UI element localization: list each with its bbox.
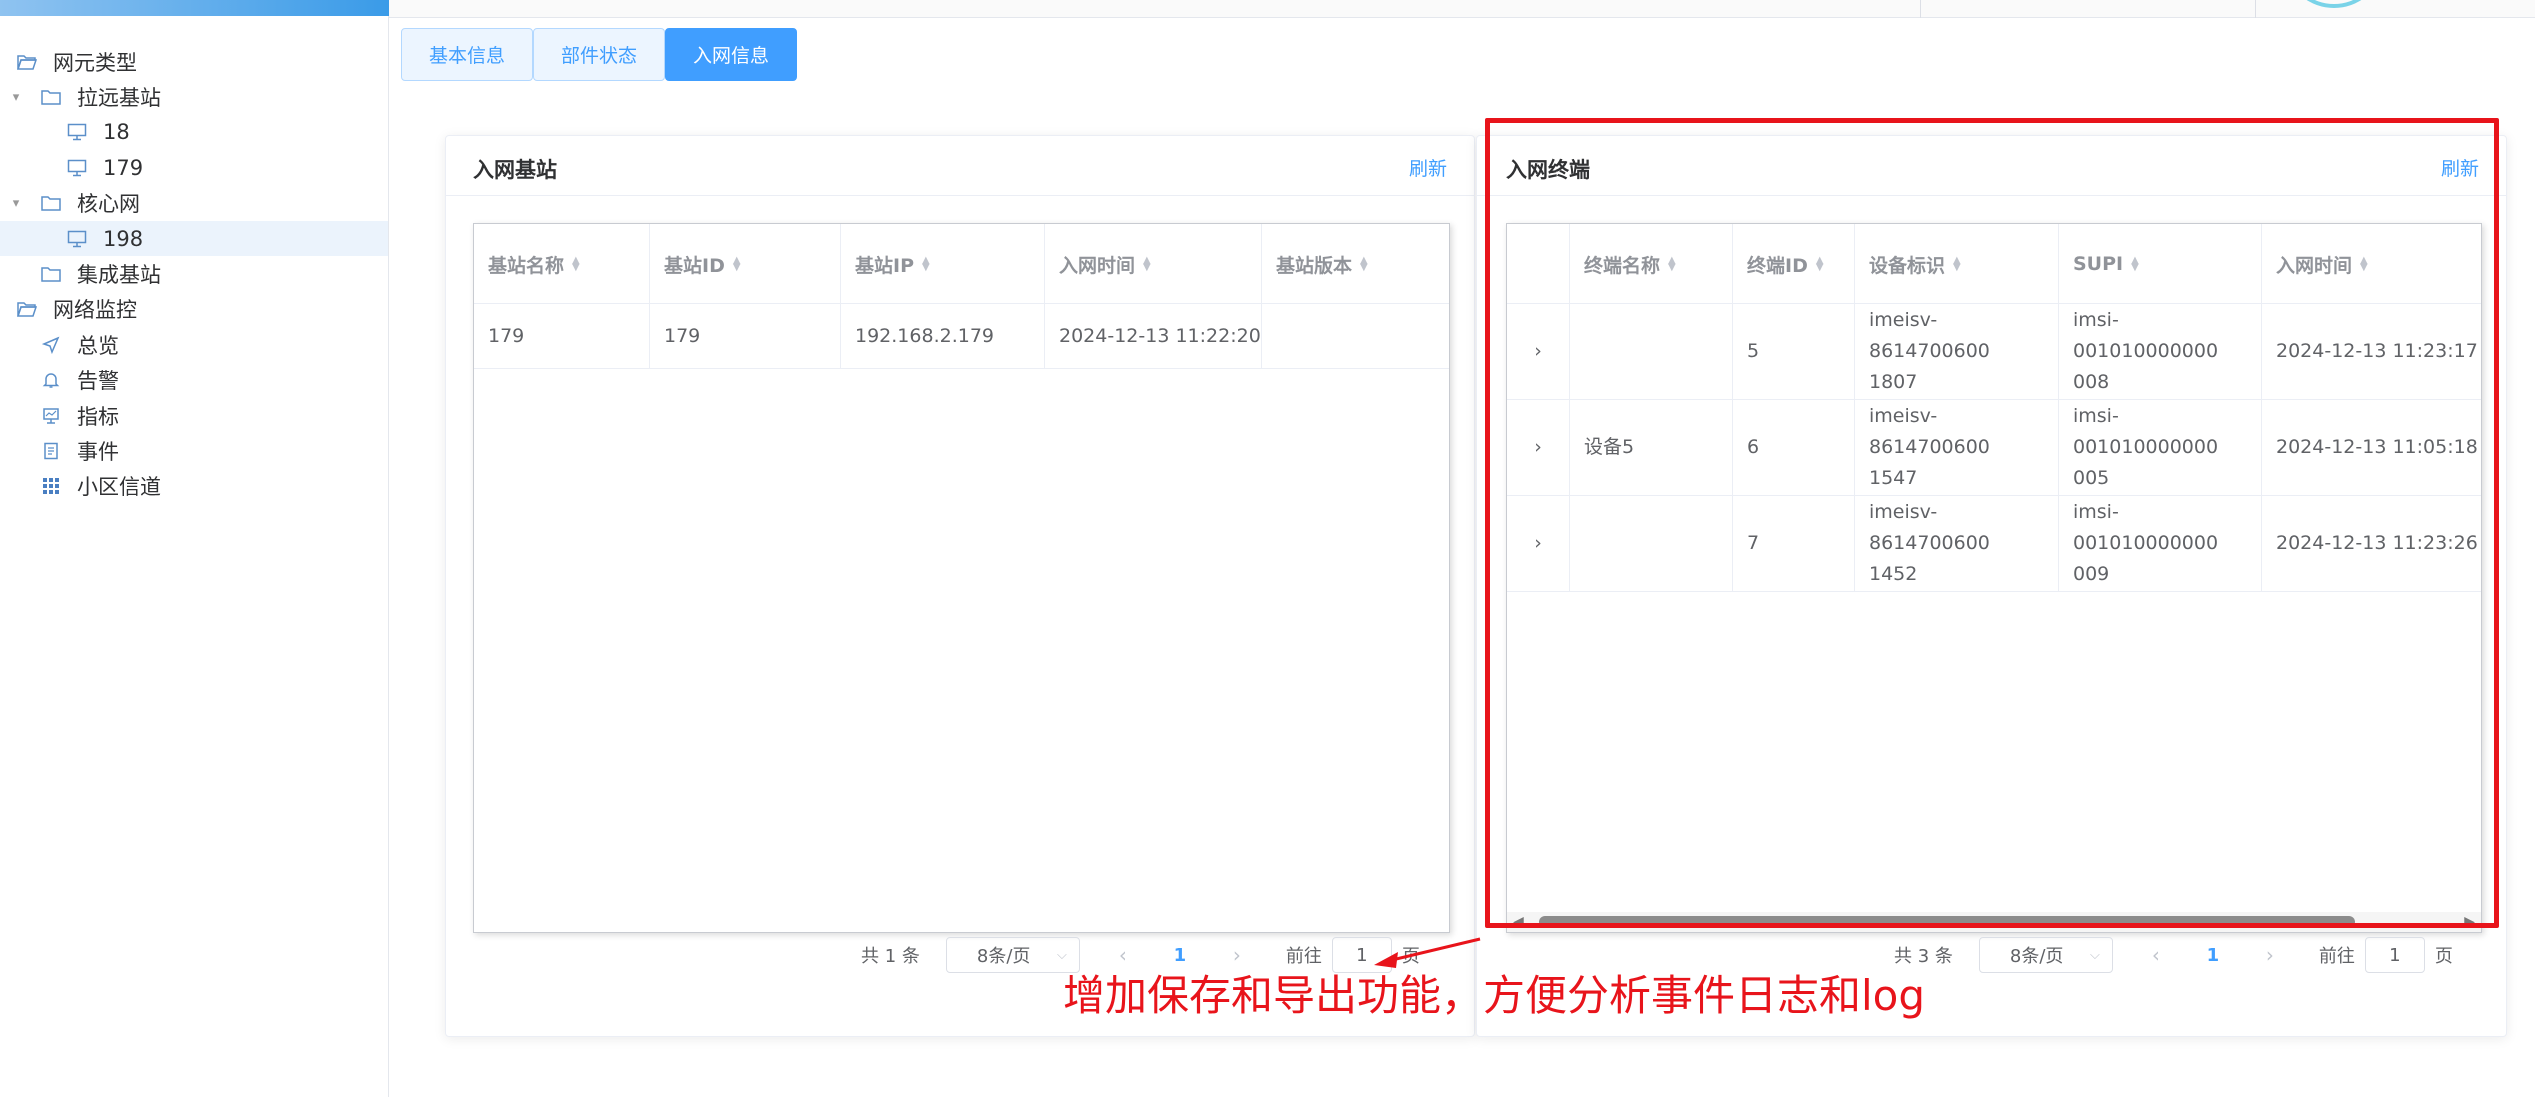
refresh-button[interactable]: 刷新: [1409, 154, 1447, 181]
tab-component-status[interactable]: 部件状态: [533, 28, 665, 81]
page-size-value: 8条/页: [976, 946, 1031, 967]
table-cell: [1262, 304, 1449, 368]
sidebar-item-label: 告警: [77, 369, 119, 394]
sidebar-item[interactable]: ▾ 核心网: [0, 186, 388, 221]
annotation-highlight-box: [1485, 118, 2499, 928]
document-icon: [40, 440, 62, 462]
page-size-value: 8条/页: [2009, 946, 2064, 967]
sort-icon[interactable]: ▲ ▼: [1143, 256, 1151, 273]
folder-open-icon: [16, 298, 38, 320]
app-window: 网元类型 ▾ 拉远基站 18 179 ▾ 核心网 198 集成基站网络监控总览告警指标事件小区信…: [0, 0, 2535, 1097]
sidebar-item-label: 网元类型: [53, 50, 137, 75]
column-header[interactable]: 入网时间 ▲ ▼: [1045, 224, 1262, 304]
grid-icon: [40, 475, 62, 497]
table-header: 基站名称 ▲ ▼ 基站ID ▲ ▼ 基站IP ▲ ▼ 入网时间 ▲ ▼ 基站版本 ▲ ▼: [474, 224, 1449, 304]
avatar[interactable]: [2289, 0, 2379, 8]
access-base-station-panel: 入网基站 刷新 基站名称 ▲ ▼ 基站ID ▲ ▼ 基站IP ▲ ▼ 入网时间 ▲ ▼ 基站版本 ▲ ▼ 17…: [445, 135, 1475, 1037]
navigation-icon: [40, 334, 62, 356]
sidebar-item[interactable]: 总览: [0, 327, 388, 362]
sidebar-item[interactable]: 198: [0, 220, 388, 257]
sidebar-item[interactable]: 179: [0, 150, 388, 185]
sidebar-item-label: 指标: [77, 404, 119, 429]
monitor-icon: [66, 157, 88, 179]
table-cell: 192.168.2.179: [841, 304, 1045, 368]
column-header-label: 基站版本: [1276, 254, 1353, 277]
sidebar-item[interactable]: 网元类型: [0, 44, 388, 79]
monitor-icon: [66, 121, 88, 143]
header-divider: [2255, 0, 2256, 18]
column-header[interactable]: 基站IP ▲ ▼: [841, 224, 1045, 304]
column-header-label: 入网时间: [1059, 254, 1136, 277]
folder-icon: [40, 263, 62, 285]
sidebar-item-label: 179: [103, 155, 144, 180]
pagination: 共 3 条 8条/页 ⌵ ‹ 1 › 前往 1 页: [1894, 937, 2453, 973]
chevron-down-icon: ⌵: [2090, 947, 2100, 963]
folder-icon: [40, 192, 62, 214]
current-page[interactable]: 1: [2191, 945, 2235, 966]
column-header[interactable]: 基站ID ▲ ▼: [650, 224, 841, 304]
element-tree: 网元类型 ▾ 拉远基站 18 179 ▾ 核心网 198 集成基站网络监控总览告警指标事件小区信…: [0, 44, 388, 504]
sidebar-item-label: 总览: [77, 333, 119, 358]
annotation-text: 增加保存和导出功能，方便分析事件日志和log: [1063, 971, 1926, 1020]
sidebar-item-label: 小区信道: [77, 475, 161, 500]
goto-label: 前往: [2318, 946, 2355, 967]
panel-title: 入网基站: [473, 158, 557, 182]
sidebar-item[interactable]: 网络监控: [0, 292, 388, 327]
sidebar-item[interactable]: 小区信道: [0, 469, 388, 504]
pagination-total: 共 1 条: [861, 946, 920, 967]
sort-icon[interactable]: ▲ ▼: [1360, 256, 1368, 273]
next-page-icon[interactable]: ›: [2255, 943, 2285, 967]
folder-icon: [40, 86, 62, 108]
sidebar: 网元类型 ▾ 拉远基站 18 179 ▾ 核心网 198 集成基站网络监控总览告警指标事件小区信…: [0, 16, 389, 1097]
top-header-strip: [389, 0, 2535, 18]
tab-basic-info[interactable]: 基本信息: [401, 28, 533, 81]
sidebar-item[interactable]: 指标: [0, 398, 388, 433]
column-header[interactable]: 基站名称 ▲ ▼: [474, 224, 650, 304]
header-divider: [1920, 0, 1921, 18]
sidebar-item[interactable]: 事件: [0, 433, 388, 468]
sidebar-item-label: 集成基站: [77, 263, 161, 288]
tab-network-access-info[interactable]: 入网信息: [665, 28, 797, 81]
sort-icon[interactable]: ▲ ▼: [922, 256, 930, 273]
column-header-label: 基站ID: [664, 254, 725, 277]
sort-icon[interactable]: ▲ ▼: [733, 256, 741, 273]
sidebar-item[interactable]: 集成基站: [0, 256, 388, 291]
sidebar-item-label: 拉远基站: [77, 86, 161, 111]
column-header[interactable]: 基站版本 ▲ ▼: [1262, 224, 1449, 304]
bell-icon: [40, 369, 62, 391]
page-size-select[interactable]: 8条/页 ⌵: [945, 937, 1080, 973]
sort-icon[interactable]: ▲ ▼: [572, 256, 580, 273]
sidebar-item[interactable]: 18: [0, 115, 388, 150]
prev-page-icon[interactable]: ‹: [2141, 943, 2171, 967]
folder-open-icon: [16, 51, 38, 73]
page-size-select[interactable]: 8条/页 ⌵: [1978, 937, 2113, 973]
table-cell: 179: [650, 304, 841, 368]
caret-down-icon[interactable]: ▾: [9, 196, 23, 211]
sidebar-item[interactable]: ▾ 拉远基站: [0, 79, 388, 114]
caret-down-icon[interactable]: ▾: [9, 90, 23, 105]
sidebar-item-label: 18: [103, 120, 130, 145]
goto-suffix: 页: [2434, 946, 2453, 967]
table-cell: 2024-12-13 11:22:20: [1045, 304, 1262, 368]
chart-board-icon: [40, 405, 62, 427]
goto-page-input[interactable]: 1: [2364, 937, 2425, 973]
sidebar-item[interactable]: 告警: [0, 363, 388, 398]
sidebar-item-label: 网络监控: [53, 298, 137, 323]
table-row[interactable]: 179 179 192.168.2.179 2024-12-13 11:22:20: [474, 304, 1449, 369]
column-header-label: 基站IP: [855, 254, 914, 277]
monitor-icon: [66, 228, 88, 250]
chevron-down-icon: ⌵: [1057, 947, 1067, 963]
sidebar-item-label: 核心网: [77, 192, 140, 217]
top-banner: [0, 0, 389, 16]
sidebar-item-label: 198: [103, 226, 144, 251]
table-cell: 179: [474, 304, 650, 368]
base-station-table: 基站名称 ▲ ▼ 基站ID ▲ ▼ 基站IP ▲ ▼ 入网时间 ▲ ▼ 基站版本 ▲ ▼ 179 179 192.…: [473, 223, 1450, 933]
sidebar-item-label: 事件: [77, 439, 119, 464]
panel-divider: [446, 195, 1474, 196]
column-header-label: 基站名称: [488, 254, 565, 277]
